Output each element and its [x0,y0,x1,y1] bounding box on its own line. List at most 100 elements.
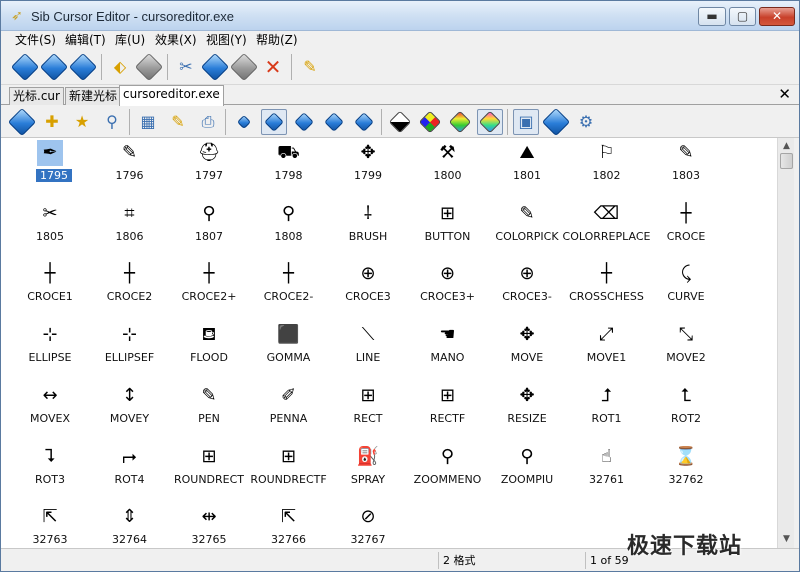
cursor-item[interactable]: ⮧ ROT3 [10,442,90,502]
pencil-tool-button[interactable]: ✎ [165,109,191,135]
truecolor-button[interactable] [477,109,503,135]
tab-new-cursor[interactable]: 新建光标 [65,87,122,105]
cursor-item[interactable]: ⤹ CURVE [646,259,726,319]
cursor-item[interactable]: ⮤ ROT2 [646,381,726,441]
cursor-item[interactable]: ⊞ ROUNDRECT [169,442,249,502]
cursor-item[interactable]: ⚲ ZOOMMENO [408,442,488,502]
grid-view-button[interactable]: ▦ [135,109,161,135]
menu-edit[interactable]: 编辑(T) [65,32,106,48]
cursor-item[interactable]: ↕ MOVEY [90,381,170,441]
vertical-scrollbar[interactable]: ▲ ▼ [777,138,794,548]
cursor-item[interactable]: ⌛ 32762 [646,442,726,502]
new-button[interactable] [10,52,40,82]
open-button[interactable] [39,52,69,82]
cursor-item[interactable]: ┼ CROCE2- [249,259,329,319]
cursor-item[interactable]: ⟍ LINE [328,320,408,380]
close-tab-icon[interactable]: ✕ [778,85,791,103]
cursor-item[interactable]: ⊹ ELLIPSE [10,320,90,380]
cursor-item[interactable]: ☝ 32761 [567,442,647,502]
cursor-item[interactable]: ✎ PEN [169,381,249,441]
cursor-item[interactable]: ⬛ GOMMA [249,320,329,380]
undo-button[interactable]: ⬖ [107,54,133,80]
cursor-item[interactable]: ⊘ 32767 [328,502,408,548]
cursor-item[interactable]: ⊕ CROCE3+ [408,259,488,319]
cursor-item[interactable]: ⊕ CROCE3 [328,259,408,319]
cursor-item[interactable]: ⊞ RECTF [408,381,488,441]
title-bar[interactable]: ➶ Sib Cursor Editor - cursoreditor.exe ▬… [1,1,799,31]
color16-button[interactable] [417,109,443,135]
cursor-item[interactable]: ┼ CROCE2+ [169,259,249,319]
cursor-item[interactable]: ↔ MOVEX [10,381,90,441]
cursor-item[interactable]: ⇕ 32764 [90,502,170,548]
scroll-thumb[interactable] [780,153,793,169]
cursor-item[interactable]: ⮥ ROT1 [567,381,647,441]
lib-add-button[interactable]: ✚ [39,109,65,135]
properties-button[interactable]: ✎ [297,54,323,80]
cursor-item[interactable]: ✂ 1805 [10,199,90,259]
preview-button[interactable]: ▣ [513,109,539,135]
cursor-item[interactable]: ⇹ 32765 [169,502,249,548]
cursor-item[interactable]: ⤡ MOVE2 [646,320,726,380]
cursor-item[interactable]: ✒ 1795 [10,138,90,198]
cursor-item[interactable]: ✥ RESIZE [487,381,567,441]
cursor-item[interactable]: ⚒ 1800 [408,138,488,198]
cursor-item[interactable]: ⊞ ROUNDRECTF [249,442,329,502]
cursor-grid[interactable]: ✒ 1795 ✎ 1796 ⛑ 1797 ⛟ 1798 ✥ 1799 ⚒ 1800 ⛰ 1801 ⚐ 1802… [1,138,777,548]
cursor-item[interactable]: ⤢ MOVE1 [567,320,647,380]
size-xlarge-button[interactable] [321,109,347,135]
cursor-item[interactable]: ⌫ COLORREPLACE [563,199,651,259]
lib-favorite-button[interactable]: ★ [69,109,95,135]
cursor-item[interactable]: ✐ PENNA [249,381,329,441]
tab-cursoreditor-exe[interactable]: cursoreditor.exe [119,85,224,106]
cursor-item[interactable]: ⚐ 1802 [567,138,647,198]
menu-view[interactable]: 视图(Y) [206,32,247,48]
cursor-item[interactable]: ┼ CROCE1 [10,259,90,319]
cursor-item[interactable]: ✥ MOVE [487,320,567,380]
menu-help[interactable]: 帮助(Z) [256,32,298,48]
cursor-item[interactable]: ⮣ ROT4 [90,442,170,502]
maximize-button[interactable]: ▢ [729,7,756,26]
cursor-item[interactable]: ⇱ 32763 [10,502,90,548]
cursor-item[interactable]: ⚲ 1807 [169,199,249,259]
size-medium-button[interactable] [261,109,287,135]
cursor-item[interactable]: ⛽ SPRAY [328,442,408,502]
menu-effects[interactable]: 效果(X) [155,32,197,48]
cursor-item[interactable]: ☚ MANO [408,320,488,380]
cursor-item[interactable]: ✎ 1803 [646,138,726,198]
paste-button[interactable] [229,52,259,82]
color256-button[interactable] [447,109,473,135]
cursor-item[interactable]: ⛾ FLOOD [169,320,249,380]
cursor-item[interactable]: ⚲ ZOOMPIU [487,442,567,502]
cursor-item[interactable]: ⊕ CROCE3- [487,259,567,319]
cursor-item[interactable]: ┼ CROSSCHESS [567,259,647,319]
cursor-item[interactable]: ✎ COLORPICK [487,199,567,259]
lib-export-button[interactable]: ⎙ [195,109,221,135]
cursor-item[interactable]: ⊞ RECT [328,381,408,441]
close-button[interactable]: ✕ [759,7,795,26]
cursor-item[interactable]: ┼ CROCE [646,199,726,259]
menu-library[interactable]: 库(U) [115,32,145,48]
lib-open-button[interactable] [7,107,37,137]
size-large-button[interactable] [291,109,317,135]
cursor-item[interactable]: ✥ 1799 [328,138,408,198]
scroll-down-icon[interactable]: ▼ [778,531,795,548]
cursor-item[interactable]: ⛟ 1798 [249,138,329,198]
cursor-item[interactable]: ⊞ BUTTON [408,199,488,259]
cursor-item[interactable]: ✎ 1796 [90,138,170,198]
cursor-item[interactable]: ⚲ 1808 [249,199,329,259]
size-small-button[interactable] [231,109,257,135]
size-custom-button[interactable] [351,109,377,135]
cursor-item[interactable]: ┼ CROCE2 [90,259,170,319]
lib-find-button[interactable]: ⚲ [99,109,125,135]
animate-button[interactable] [541,107,571,137]
minimize-button[interactable]: ▬ [698,7,726,26]
save-button[interactable] [68,52,98,82]
cursor-item[interactable]: ⇱ 32766 [249,502,329,548]
tab-cursor-file[interactable]: 光标.cur [9,87,64,105]
cursor-item[interactable]: ⊹ ELLIPSEF [90,320,170,380]
copy-button[interactable] [200,52,230,82]
cursor-item[interactable]: ⸸ BRUSH [328,199,408,259]
cursor-item[interactable]: ⛰ 1801 [487,138,567,198]
delete-button[interactable]: ✕ [260,54,286,80]
cursor-item[interactable]: ⛑ 1797 [169,138,249,198]
